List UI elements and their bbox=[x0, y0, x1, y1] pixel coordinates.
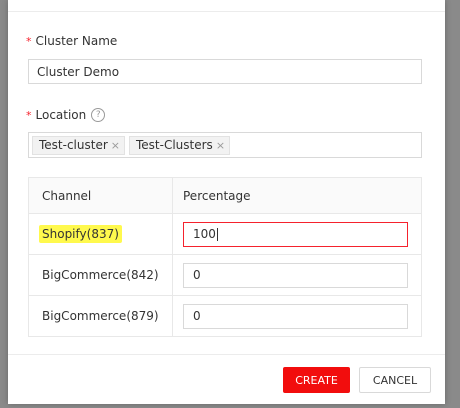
table-row: Shopify(837) 100 bbox=[29, 213, 421, 254]
location-select[interactable]: Test-cluster × Test-Clusters × bbox=[28, 132, 422, 158]
channel-cell: BigCommerce(842) bbox=[29, 255, 173, 295]
table-row: BigCommerce(879) 0 bbox=[29, 295, 421, 336]
create-button[interactable]: CREATE bbox=[283, 367, 350, 393]
cluster-name-input[interactable]: Cluster Demo bbox=[28, 59, 422, 84]
cancel-button[interactable]: CANCEL bbox=[359, 367, 431, 393]
location-tag: Test-cluster × bbox=[32, 135, 125, 155]
channel-cell: BigCommerce(879) bbox=[29, 296, 173, 336]
close-icon[interactable]: × bbox=[216, 140, 225, 151]
percentage-cell: 0 bbox=[173, 296, 421, 336]
percentage-cell: 0 bbox=[173, 255, 421, 295]
percentage-column-header: Percentage bbox=[183, 188, 251, 203]
close-icon[interactable]: × bbox=[111, 140, 120, 151]
footer-divider bbox=[8, 354, 445, 355]
percentage-input[interactable]: 0 bbox=[183, 262, 408, 288]
location-tag-label: Test-Clusters bbox=[136, 138, 213, 152]
percentage-input[interactable]: 100 bbox=[183, 221, 408, 247]
percentage-input[interactable]: 0 bbox=[183, 303, 408, 329]
header-divider bbox=[8, 11, 445, 12]
cluster-name-value: Cluster Demo bbox=[37, 64, 120, 79]
location-tag-label: Test-cluster bbox=[39, 138, 108, 152]
text-caret bbox=[216, 227, 218, 241]
channel-cell: Shopify(837) bbox=[29, 214, 173, 254]
channel-column-header: Channel bbox=[29, 178, 173, 213]
percentage-value: 100 bbox=[193, 227, 216, 241]
location-label: * Location ? bbox=[26, 108, 106, 122]
channel-name: BigCommerce(842) bbox=[42, 268, 159, 282]
question-circle-icon[interactable]: ? bbox=[91, 108, 106, 122]
channel-name: BigCommerce(879) bbox=[42, 309, 159, 323]
percentage-cell: 100 bbox=[173, 214, 421, 254]
percentage-value: 0 bbox=[193, 268, 201, 282]
required-mark: * bbox=[26, 34, 32, 48]
cluster-name-label: * Cluster Name bbox=[26, 34, 117, 48]
channel-name: Shopify(837) bbox=[39, 225, 122, 243]
channel-percentage-table: Channel Percentage Shopify(837) 100 BigC… bbox=[28, 177, 422, 337]
location-label-text: Location bbox=[35, 108, 87, 122]
cluster-name-label-text: Cluster Name bbox=[35, 34, 118, 48]
location-tag: Test-Clusters × bbox=[129, 135, 231, 155]
cluster-dialog: * Cluster Name Cluster Demo * Location ?… bbox=[8, 0, 445, 404]
percentage-value: 0 bbox=[193, 309, 201, 323]
required-mark: * bbox=[26, 108, 32, 122]
table-header-row: Channel Percentage bbox=[29, 178, 421, 213]
table-row: BigCommerce(842) 0 bbox=[29, 254, 421, 295]
